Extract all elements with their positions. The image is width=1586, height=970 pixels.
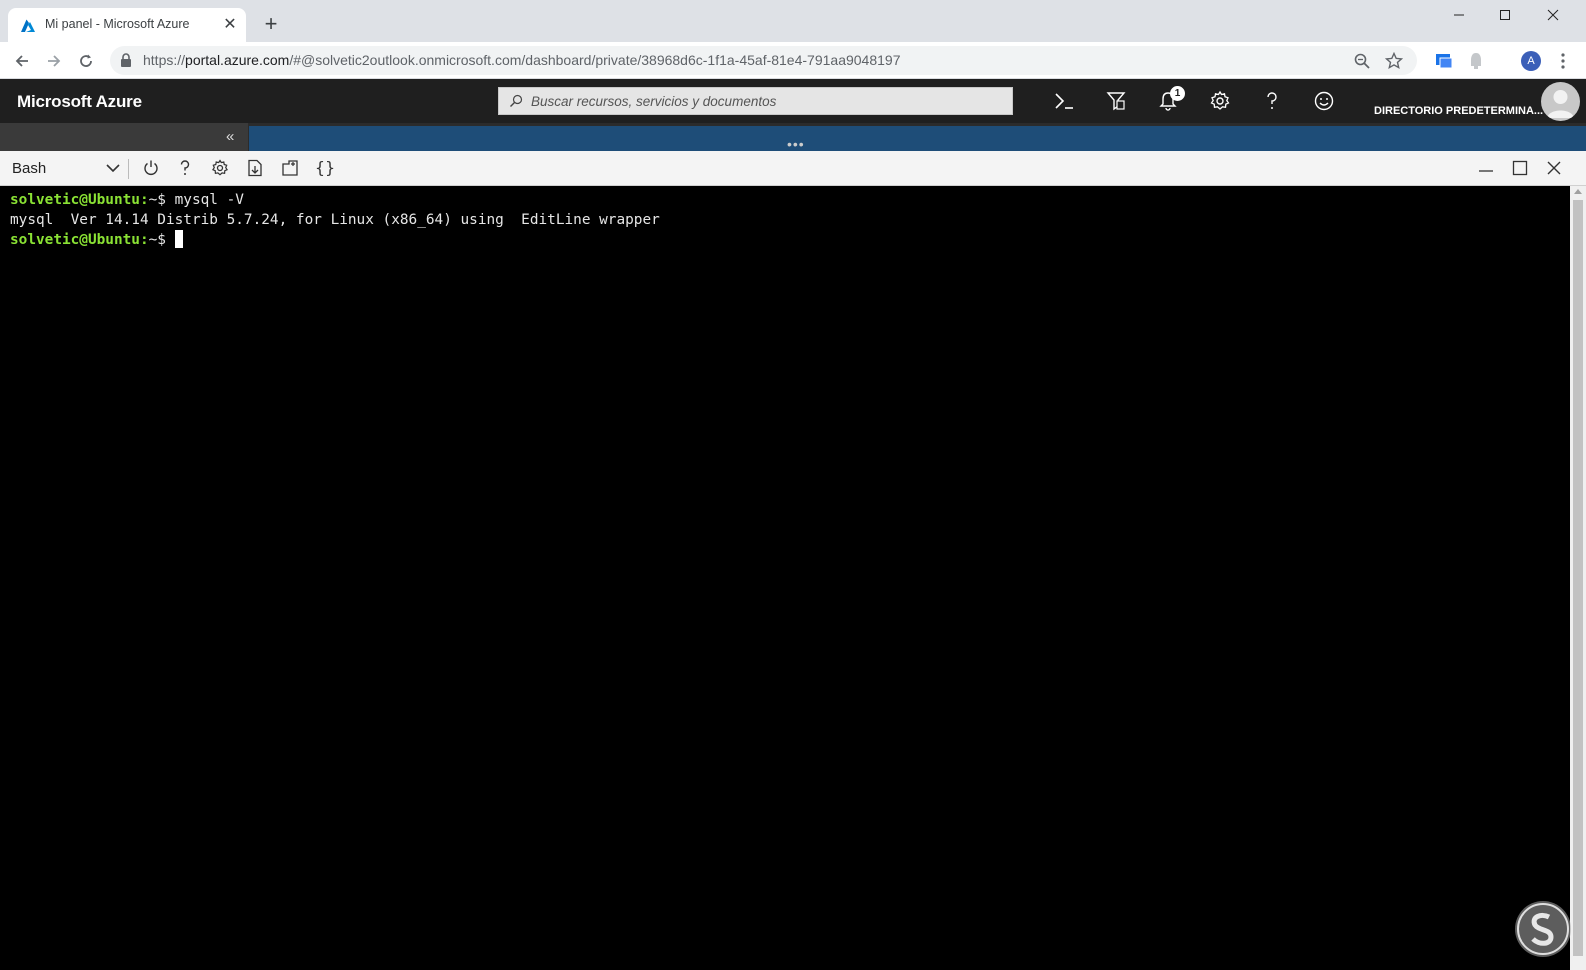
open-new-session-icon[interactable]	[278, 156, 302, 180]
maximize-window-icon[interactable]	[1482, 0, 1528, 30]
shell-type-select[interactable]: Bash	[10, 157, 120, 181]
shell-help-icon[interactable]	[173, 156, 197, 180]
bookmark-star-icon[interactable]	[1385, 52, 1403, 70]
azure-logo-icon	[21, 19, 35, 32]
scroll-up-arrow-icon[interactable]	[1574, 189, 1582, 194]
watermark-logo	[1515, 901, 1571, 957]
browser-tab[interactable]: Mi panel - Microsoft Azure ✕	[8, 8, 246, 42]
back-arrow-icon[interactable]	[9, 48, 35, 74]
restart-power-icon[interactable]	[139, 156, 163, 180]
portal-sidebar: «	[0, 123, 248, 151]
azure-brand[interactable]: Microsoft Azure	[17, 92, 142, 112]
terminal[interactable]: solvetic@Ubuntu:~$ mysql -V mysql Ver 14…	[0, 186, 1570, 970]
shell-settings-gear-icon[interactable]	[208, 156, 232, 180]
search-input[interactable]	[531, 88, 1001, 114]
azure-header: Microsoft Azure 1	[0, 79, 1586, 123]
close-shell-icon[interactable]	[1542, 156, 1566, 180]
notifications-bell-icon[interactable]: 1	[1142, 79, 1194, 123]
upload-download-files-icon[interactable]	[243, 156, 267, 180]
extension-2-icon[interactable]	[1466, 51, 1486, 71]
feedback-smiley-icon[interactable]	[1298, 79, 1350, 123]
azure-search-box[interactable]	[498, 87, 1013, 115]
open-editor-braces-icon[interactable]: {}	[313, 156, 337, 180]
terminal-scrollbar[interactable]	[1570, 186, 1586, 970]
new-tab-button[interactable]: +	[259, 13, 283, 37]
browser-tab-strip: Mi panel - Microsoft Azure ✕ +	[0, 0, 1586, 42]
address-bar[interactable]: https://portal.azure.com/#@solvetic2outl…	[110, 46, 1417, 75]
user-avatar[interactable]	[1541, 82, 1580, 121]
terminal-line: solvetic@Ubuntu:~$ mysql -V	[10, 190, 1560, 210]
minimize-shell-icon[interactable]	[1474, 156, 1498, 180]
terminal-output-line: mysql Ver 14.14 Distrib 5.7.24, for Linu…	[10, 212, 660, 228]
close-window-icon[interactable]	[1530, 0, 1576, 30]
screen: Mi panel - Microsoft Azure ✕ + https://p…	[0, 0, 1586, 970]
shell-type-value: Bash	[12, 160, 47, 177]
reload-icon[interactable]	[73, 48, 99, 74]
maximize-shell-icon[interactable]	[1508, 156, 1532, 180]
cloud-shell-icon[interactable]	[1038, 79, 1090, 123]
minimize-window-icon[interactable]	[1436, 0, 1482, 30]
settings-gear-icon[interactable]	[1194, 79, 1246, 123]
terminal-command: ~$ mysql -V	[148, 192, 244, 208]
cloud-shell-toolbar: Bash {}	[0, 151, 1586, 186]
collapse-sidebar-icon[interactable]: «	[226, 128, 234, 145]
forward-arrow-icon[interactable]	[41, 48, 67, 74]
browser-menu-icon[interactable]	[1553, 51, 1573, 71]
terminal-line: solvetic@Ubuntu:~$	[10, 230, 1560, 250]
search-icon	[510, 94, 523, 107]
shell-resize-handle[interactable]: •••	[787, 137, 805, 151]
directory-filter-icon[interactable]	[1090, 79, 1142, 123]
terminal-prompt: solvetic@Ubuntu:	[10, 232, 149, 248]
scrollbar-thumb[interactable]	[1573, 200, 1583, 956]
toolbar-separator	[128, 159, 129, 179]
tab-title: Mi panel - Microsoft Azure	[45, 17, 190, 31]
directory-name[interactable]: DIRECTORIO PREDETERMINA...	[1374, 105, 1543, 117]
terminal-cursor	[174, 230, 183, 248]
zoom-icon[interactable]	[1353, 52, 1371, 70]
chevron-down-icon	[106, 164, 120, 173]
terminal-command: ~$	[148, 232, 175, 248]
extension-icon[interactable]	[1434, 51, 1454, 71]
help-icon[interactable]	[1246, 79, 1298, 123]
terminal-prompt: solvetic@Ubuntu:	[10, 192, 149, 208]
tab-close-icon[interactable]: ✕	[220, 15, 240, 35]
browser-toolbar: https://portal.azure.com/#@solvetic2outl…	[0, 42, 1586, 79]
profile-avatar[interactable]: A	[1521, 51, 1541, 71]
notification-badge: 1	[1170, 86, 1185, 101]
dashboard-area	[249, 126, 1586, 151]
url-text: https://portal.azure.com/#@solvetic2outl…	[143, 52, 901, 68]
lock-icon	[121, 53, 131, 67]
